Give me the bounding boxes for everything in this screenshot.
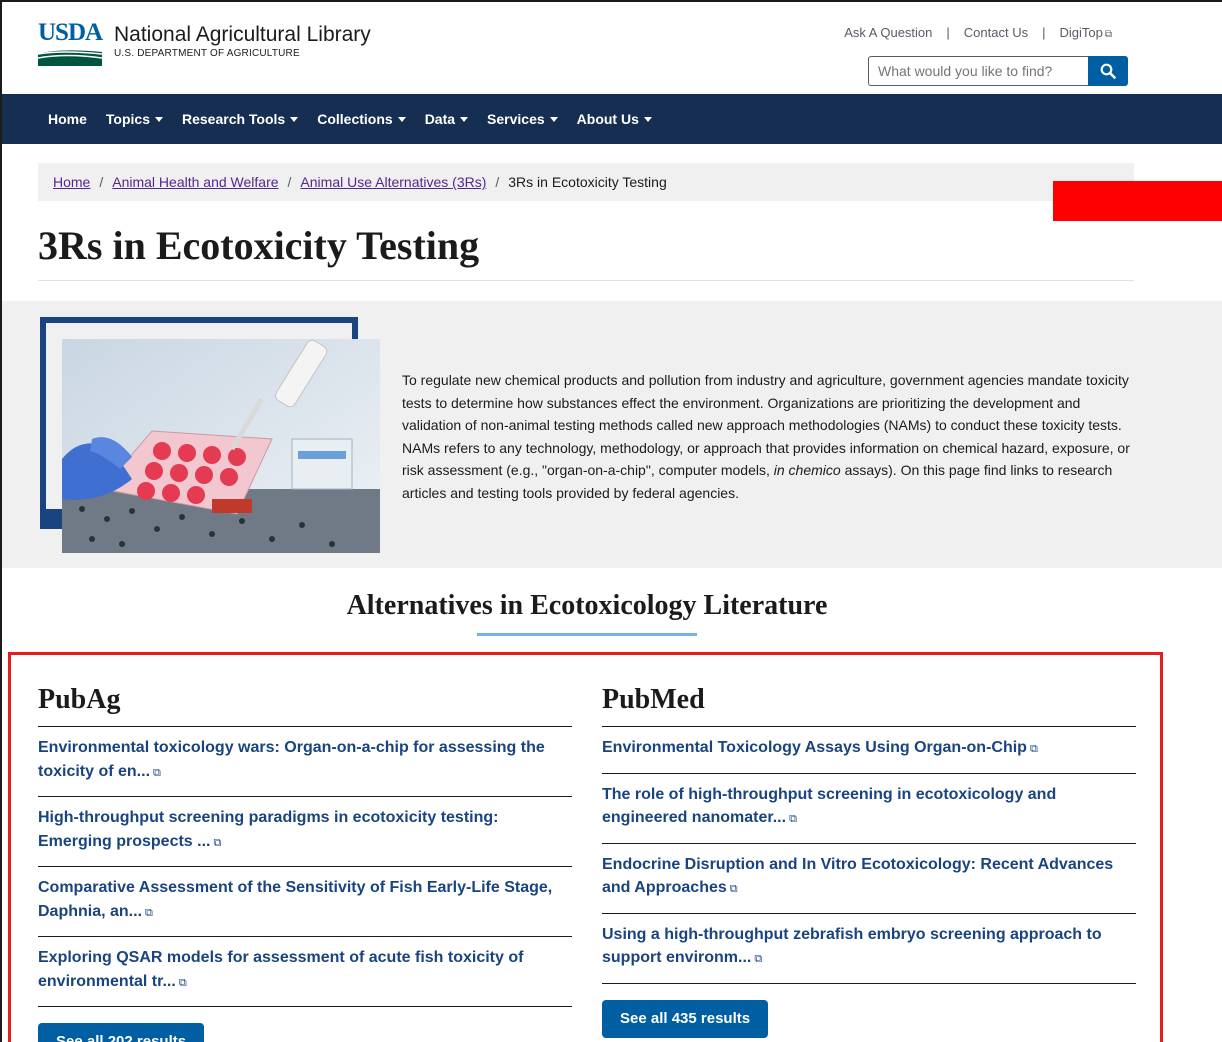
external-link-icon: ⧉ xyxy=(754,953,763,965)
breadcrumb-animal-health[interactable]: Animal Health and Welfare xyxy=(112,174,278,190)
site-logo[interactable]: USDA National Agricultural Library U.S. … xyxy=(38,20,371,68)
external-link-icon: ⧉ xyxy=(789,813,797,825)
site-header: USDA National Agricultural Library U.S. … xyxy=(2,2,1222,94)
article-title: Using a high-throughput zebrafish embryo… xyxy=(602,925,1102,967)
pubag-article-link[interactable]: Exploring QSAR models for assessment of … xyxy=(38,937,572,1007)
pubmed-column: PubMed Environmental Toxicology Assays U… xyxy=(602,684,1136,1038)
intro-italic-term: in chemico xyxy=(773,462,841,478)
breadcrumb-animal-use-alternatives[interactable]: Animal Use Alternatives (3Rs) xyxy=(300,174,486,190)
usda-wordmark: USDA xyxy=(38,19,103,46)
nav-label: Collections xyxy=(317,111,393,127)
pubag-title: PubAg xyxy=(38,684,572,727)
site-subtitle: U.S. DEPARTMENT OF AGRICULTURE xyxy=(114,48,300,59)
nav-item-home[interactable]: Home xyxy=(48,111,87,127)
article-title: Endocrine Disruption and In Vitro Ecotox… xyxy=(602,855,1114,897)
article-title: Exploring QSAR models for assessment of … xyxy=(38,949,524,990)
external-link-icon: ⧉ xyxy=(1029,743,1038,755)
nav-item-collections[interactable]: Collections xyxy=(317,111,406,127)
nav-label: Research Tools xyxy=(181,111,286,127)
breadcrumb-separator: / xyxy=(495,174,500,190)
usda-logo-icon: USDA xyxy=(38,20,104,68)
pubmed-article-link[interactable]: Using a high-throughput zebrafish embryo… xyxy=(602,914,1136,984)
pubmed-see-all-button[interactable]: See all 435 results xyxy=(602,999,769,1038)
article-title: Environmental Toxicology Assays Using Or… xyxy=(602,739,1027,756)
pubag-article-link[interactable]: Environmental toxicology wars: Organ-on-… xyxy=(38,727,572,797)
breadcrumb: Home / Animal Health and Welfare / Anima… xyxy=(38,163,1134,201)
nav-label: Topics xyxy=(105,111,150,127)
nav-label: Data xyxy=(424,111,456,127)
site-search xyxy=(868,56,1128,86)
section-heading: Alternatives in Ecotoxicology Literature xyxy=(346,590,828,621)
breadcrumb-home[interactable]: Home xyxy=(53,174,90,190)
nav-item-services[interactable]: Services xyxy=(487,111,558,127)
breadcrumb-current: 3Rs in Ecotoxicity Testing xyxy=(508,174,667,190)
caret-down-icon xyxy=(643,116,652,122)
site-title: National Agricultural Library xyxy=(114,23,371,46)
caret-down-icon xyxy=(549,116,558,122)
external-link-icon: ⧉ xyxy=(729,883,738,895)
usda-hills-graphic xyxy=(38,50,102,66)
pubmed-title: PubMed xyxy=(602,684,1136,727)
nav-item-topics[interactable]: Topics xyxy=(106,111,163,127)
search-button[interactable] xyxy=(1088,56,1128,86)
image-frame-accent xyxy=(40,509,62,529)
section-heading-underline xyxy=(477,633,697,636)
external-link-icon: ⧉ xyxy=(178,976,187,989)
ask-a-question-link[interactable]: Ask A Question xyxy=(830,25,946,40)
external-link-icon: ⧉ xyxy=(213,836,222,849)
intro-paragraph: To regulate new chemical products and po… xyxy=(402,369,1142,504)
external-link-icon: ⧉ xyxy=(145,906,153,919)
breadcrumb-separator: / xyxy=(99,174,104,190)
caret-down-icon xyxy=(290,116,299,122)
nav-item-data[interactable]: Data xyxy=(424,111,469,127)
search-input[interactable] xyxy=(868,56,1088,86)
article-title: Comparative Assessment of the Sensitivit… xyxy=(38,879,553,920)
search-icon xyxy=(1100,63,1116,79)
article-title: Environmental toxicology wars: Organ-on-… xyxy=(38,739,545,780)
nav-label: About Us xyxy=(576,111,639,127)
pubmed-article-link[interactable]: Endocrine Disruption and In Vitro Ecotox… xyxy=(602,844,1136,914)
pubmed-article-link[interactable]: Environmental Toxicology Assays Using Or… xyxy=(602,727,1136,774)
intro-section: To regulate new chemical products and po… xyxy=(2,301,1222,568)
nav-label: Services xyxy=(487,111,545,127)
caret-down-icon xyxy=(460,116,469,122)
contact-us-link[interactable]: Contact Us xyxy=(950,25,1042,40)
title-divider xyxy=(38,280,1134,281)
breadcrumb-separator: / xyxy=(287,174,292,190)
pubmed-article-link[interactable]: The role of high-throughput screening in… xyxy=(602,774,1136,844)
pubag-column: PubAg Environmental toxicology wars: Org… xyxy=(38,684,572,1042)
external-link-icon: ⧉ xyxy=(1104,29,1112,40)
nav-label: Home xyxy=(48,111,87,127)
page-title: 3Rs in Ecotoxicity Testing xyxy=(38,223,480,268)
external-link-icon: ⧉ xyxy=(153,766,161,779)
utility-links: Ask A Question | Contact Us | DigiTop ⧉ xyxy=(830,25,1126,40)
pubag-article-link[interactable]: High-throughput screening paradigms in e… xyxy=(38,797,572,867)
nav-item-research-tools[interactable]: Research Tools xyxy=(181,111,299,127)
caret-down-icon xyxy=(154,116,163,122)
nav-item-about-us[interactable]: About Us xyxy=(577,111,652,127)
digitop-label: DigiTop xyxy=(1059,25,1103,40)
main-navigation: Home Topics Research Tools Collections D… xyxy=(2,94,1222,144)
caret-down-icon xyxy=(397,116,406,122)
red-highlight-bar xyxy=(1053,181,1222,221)
pubag-see-all-button[interactable]: See all 202 results xyxy=(38,1023,205,1042)
image-frame-accent xyxy=(352,317,358,339)
article-title: High-throughput screening paradigms in e… xyxy=(38,809,499,850)
digitop-link[interactable]: DigiTop ⧉ xyxy=(1046,25,1127,40)
pubag-article-link[interactable]: Comparative Assessment of the Sensitivit… xyxy=(38,867,572,937)
lab-pipette-photo xyxy=(62,339,380,553)
article-title: The role of high-throughput screening in… xyxy=(602,785,1057,827)
